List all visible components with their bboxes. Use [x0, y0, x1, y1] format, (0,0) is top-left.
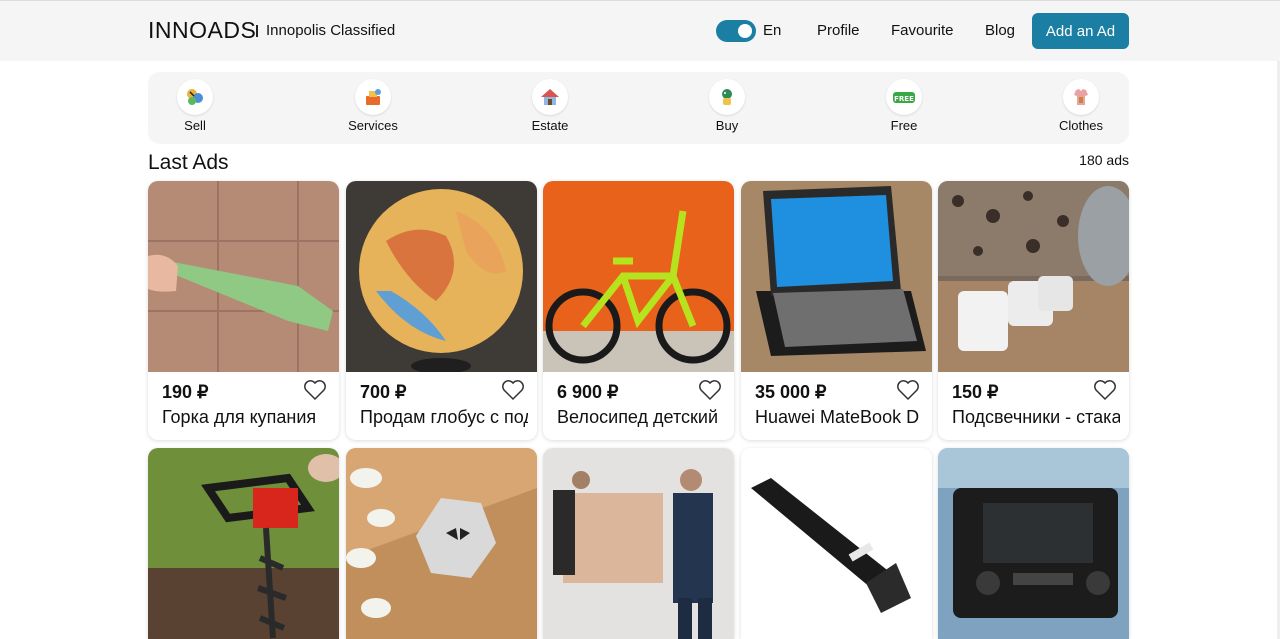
svg-text:FREE: FREE [894, 95, 914, 103]
category-label: Estate [531, 118, 569, 133]
ad-card[interactable]: 6 900 ₽ Велосипед детский [543, 181, 734, 440]
logo-divider [256, 25, 258, 37]
ad-price: 700 ₽ [360, 382, 407, 402]
heart-icon[interactable] [501, 379, 525, 401]
ads-count: 180 ads [1079, 152, 1129, 168]
add-ad-button[interactable]: Add an Ad [1032, 13, 1129, 49]
toggle-knob [738, 24, 752, 38]
ad-card[interactable]: 700 ₽ Продам глобус с подсветкой [346, 181, 537, 440]
category-sell[interactable]: Sell [150, 79, 240, 139]
ad-card[interactable] [543, 448, 734, 639]
free-icon: FREE [886, 79, 922, 115]
ad-title: Продам глобус с подсветкой [360, 407, 528, 427]
ad-card[interactable]: 35 000 ₽ Huawei MateBook D [741, 181, 932, 440]
ad-price: 150 ₽ [952, 382, 999, 402]
nav-blog[interactable]: Blog [985, 22, 1015, 39]
ad-photo [938, 181, 1129, 372]
ad-photo [741, 448, 932, 639]
language-label[interactable]: En [763, 22, 781, 39]
ad-photo [543, 181, 734, 372]
ad-card[interactable] [148, 448, 339, 639]
site-tagline: Innopolis Classified [266, 22, 396, 39]
ad-photo [346, 448, 537, 639]
ad-photo [148, 448, 339, 639]
sell-icon [177, 79, 213, 115]
ad-card[interactable] [346, 448, 537, 639]
ad-card[interactable]: 150 ₽ Подсвечники - стаканы [938, 181, 1129, 440]
category-label: Sell [184, 118, 206, 133]
nav-profile[interactable]: Profile [817, 22, 860, 39]
category-buy[interactable]: Buy [682, 79, 772, 139]
language-toggle[interactable] [716, 20, 756, 42]
buy-icon [709, 79, 745, 115]
ad-title: Подсвечники - стаканы [952, 407, 1120, 427]
category-label: Services [348, 118, 398, 133]
heart-icon[interactable] [698, 379, 722, 401]
section-title: Last Ads [148, 151, 229, 174]
category-estate[interactable]: Estate [505, 79, 595, 139]
ad-title: Велосипед детский [557, 407, 718, 427]
ad-card[interactable] [741, 448, 932, 639]
nav-favourite[interactable]: Favourite [891, 22, 954, 39]
ad-photo [543, 448, 734, 639]
ad-photo [148, 181, 339, 372]
category-label: Clothes [1058, 118, 1104, 133]
ad-price: 6 900 ₽ [557, 382, 619, 402]
ad-title: Горка для купания [162, 407, 317, 427]
ad-title: Huawei MateBook D [755, 407, 920, 427]
site-logo[interactable]: INNOADS [148, 17, 256, 44]
category-clothes[interactable]: Clothes [1036, 79, 1126, 139]
heart-icon[interactable] [303, 379, 327, 401]
services-icon [355, 79, 391, 115]
category-label: Buy [715, 118, 739, 133]
heart-icon[interactable] [896, 379, 920, 401]
ad-photo [346, 181, 537, 372]
category-bar: Sell Services Estate Buy FREE Free Cloth… [148, 72, 1129, 144]
ad-photo [741, 181, 932, 372]
house-icon [532, 79, 568, 115]
ad-card[interactable] [938, 448, 1129, 639]
clothes-icon [1063, 79, 1099, 115]
ad-photo [938, 448, 1129, 639]
category-free[interactable]: FREE Free [859, 79, 949, 139]
ad-price: 190 ₽ [162, 382, 209, 402]
category-services[interactable]: Services [328, 79, 418, 139]
ad-card[interactable]: 190 ₽ Горка для купания [148, 181, 339, 440]
category-label: Free [890, 118, 918, 133]
ad-price: 35 000 ₽ [755, 382, 827, 402]
heart-icon[interactable] [1093, 379, 1117, 401]
top-header: INNOADS Innopolis Classified En Profile … [0, 0, 1280, 61]
